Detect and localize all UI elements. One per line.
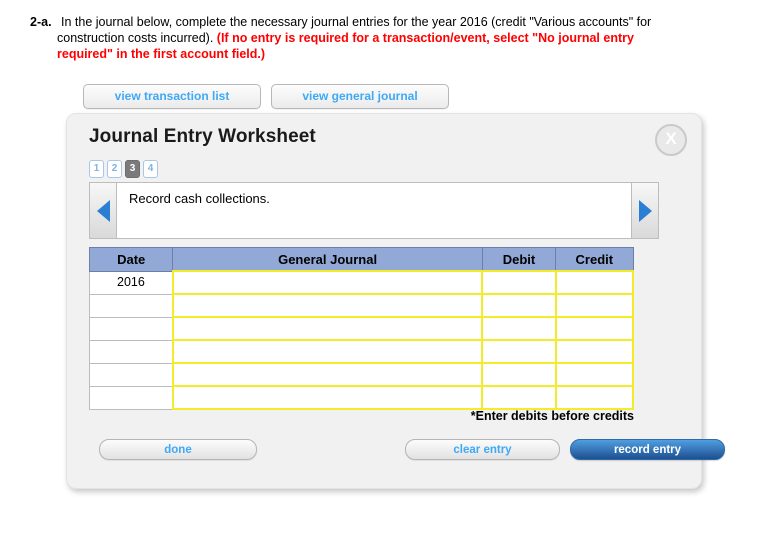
debit-input[interactable] (483, 387, 555, 408)
cell-debit[interactable] (481, 270, 557, 295)
debits-before-credits-note: *Enter debits before credits (470, 409, 634, 423)
general-journal-input[interactable] (173, 341, 482, 362)
credit-input[interactable] (556, 295, 632, 316)
cell-general-journal[interactable] (171, 362, 484, 387)
cell-credit[interactable] (554, 339, 635, 364)
cell-general-journal[interactable] (171, 270, 484, 295)
cell-general-journal[interactable] (171, 293, 484, 318)
column-header-date: Date (88, 247, 174, 272)
credit-input[interactable] (556, 272, 632, 293)
table-row: 2016 (88, 270, 635, 295)
general-journal-input[interactable] (173, 318, 482, 339)
view-transaction-list-button[interactable]: view transaction list (83, 84, 261, 109)
view-toggle-buttons: view transaction list view general journ… (83, 84, 449, 109)
action-button-bar: done clear entry record entry (89, 439, 725, 461)
debit-input[interactable] (483, 341, 555, 362)
general-journal-input[interactable] (173, 295, 482, 316)
column-header-general-journal: General Journal (172, 247, 483, 272)
cell-credit[interactable] (554, 293, 635, 318)
cell-credit[interactable] (554, 385, 635, 410)
journal-entry-table: Date General Journal Debit Credit 2016 (88, 247, 635, 410)
page-tab-4[interactable]: 4 (143, 160, 158, 178)
general-journal-input[interactable] (173, 364, 482, 385)
page-tab-3[interactable]: 3 (125, 160, 140, 178)
credit-input[interactable] (556, 364, 632, 385)
table-row (88, 339, 635, 364)
next-arrow-icon[interactable] (631, 183, 658, 238)
table-body: 2016 (88, 270, 635, 410)
cell-debit[interactable] (481, 362, 557, 387)
cell-debit[interactable] (481, 339, 557, 364)
cell-date (88, 362, 174, 387)
page-tabs: 1234 (89, 160, 158, 178)
prev-arrow-icon[interactable] (90, 183, 117, 238)
general-journal-input[interactable] (173, 272, 482, 293)
table-row (88, 293, 635, 318)
debit-input[interactable] (483, 295, 555, 316)
debit-input[interactable] (483, 364, 555, 385)
question-text: 2-a. In the journal below, complete the … (30, 15, 652, 61)
prev-triangle-icon (96, 199, 110, 222)
cell-credit[interactable] (554, 362, 635, 387)
next-triangle-icon (638, 199, 652, 222)
credit-input[interactable] (556, 318, 632, 339)
view-general-journal-button[interactable]: view general journal (271, 84, 449, 109)
done-button[interactable]: done (99, 439, 257, 460)
table-header-row: Date General Journal Debit Credit (88, 247, 634, 272)
table-row (88, 385, 635, 410)
page-tab-2[interactable]: 2 (107, 160, 122, 178)
cell-debit[interactable] (481, 293, 557, 318)
clear-entry-button[interactable]: clear entry (405, 439, 560, 460)
close-icon[interactable]: X (655, 124, 687, 156)
debit-input[interactable] (483, 272, 555, 293)
general-journal-input[interactable] (173, 387, 482, 408)
column-header-debit: Debit (481, 247, 557, 272)
cell-credit[interactable] (554, 316, 635, 341)
cell-credit[interactable] (554, 270, 635, 295)
cell-date (88, 385, 174, 410)
credit-input[interactable] (556, 387, 632, 408)
journal-entry-worksheet-panel: Journal Entry Worksheet X 1234 Record ca… (66, 113, 725, 489)
table-row (88, 316, 635, 341)
cell-date: 2016 (88, 270, 174, 295)
date-value: 2016 (117, 275, 145, 289)
cell-date (88, 293, 174, 318)
cell-date (88, 339, 174, 364)
instruction-bar: Record cash collections. (89, 182, 659, 239)
credit-input[interactable] (556, 341, 632, 362)
cell-debit[interactable] (481, 385, 557, 410)
table-row (88, 362, 635, 387)
column-header-credit: Credit (555, 247, 634, 272)
cell-general-journal[interactable] (171, 339, 484, 364)
page-tab-1[interactable]: 1 (89, 160, 104, 178)
question-block: 2-a. In the journal below, complete the … (30, 14, 670, 62)
cell-general-journal[interactable] (171, 385, 484, 410)
cell-date (88, 316, 174, 341)
instruction-text: Record cash collections. (117, 183, 631, 238)
record-entry-button[interactable]: record entry (570, 439, 725, 460)
cell-general-journal[interactable] (171, 316, 484, 341)
page-title: Journal Entry Worksheet (89, 126, 316, 147)
debit-input[interactable] (483, 318, 555, 339)
cell-debit[interactable] (481, 316, 557, 341)
